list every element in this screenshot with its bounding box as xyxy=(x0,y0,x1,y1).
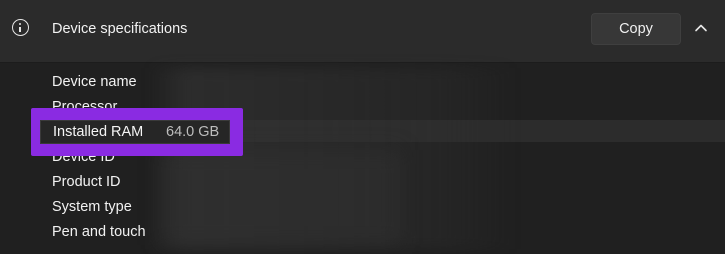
spec-label-installed-ram: Installed RAM xyxy=(53,124,144,140)
device-specifications-header[interactable]: Device specifications Copy xyxy=(0,0,725,63)
installed-ram-highlight-box: Installed RAM 64.0 GB xyxy=(31,108,243,156)
info-icon xyxy=(12,19,29,36)
spec-label-pen-and-touch: Pen and touch xyxy=(52,224,146,240)
spec-label-system-type: System type xyxy=(52,199,132,215)
redacted-values-lower xyxy=(160,150,400,245)
spec-label-device-name: Device name xyxy=(52,74,137,90)
installed-ram-entry: Installed RAM 64.0 GB xyxy=(40,120,230,144)
copy-button[interactable]: Copy xyxy=(591,13,681,45)
section-title: Device specifications xyxy=(52,21,188,37)
spec-value-installed-ram: 64.0 GB xyxy=(166,124,220,140)
spec-label-product-id: Product ID xyxy=(52,174,121,190)
chevron-up-icon[interactable] xyxy=(691,18,711,38)
